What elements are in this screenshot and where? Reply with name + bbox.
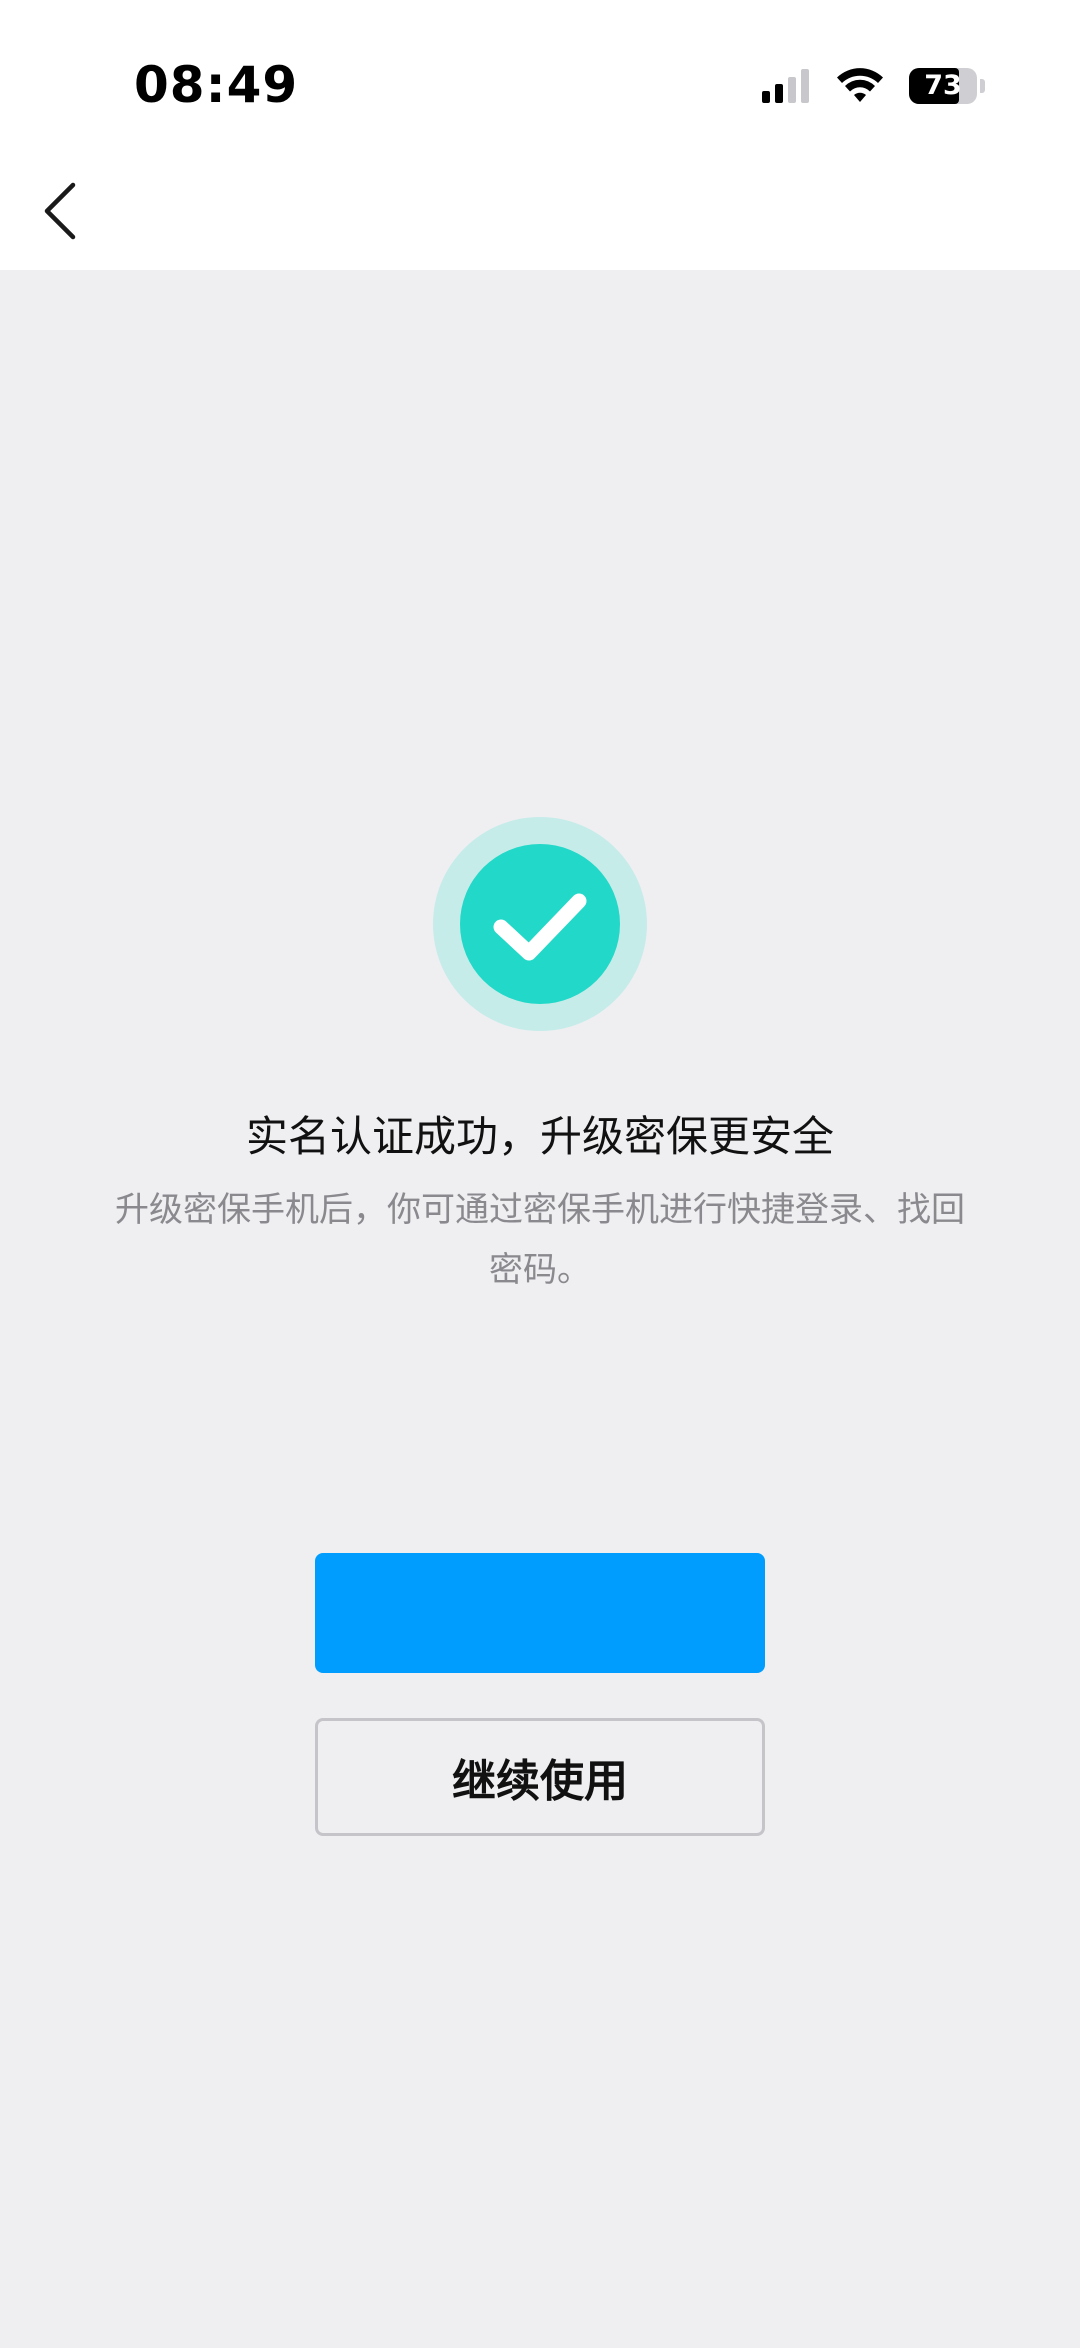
signal-icon [762, 69, 809, 103]
battery-icon: 73 [909, 68, 977, 104]
signal-bar [788, 77, 796, 103]
header-area: 08:49 73 [0, 0, 1080, 270]
result-title: 实名认证成功，升级密保更安全 [245, 1112, 834, 1161]
status-icons: 73 [762, 66, 985, 106]
result-description: 升级密保手机后，你可通过密保手机进行快捷登录、找回密码。 [115, 1190, 965, 1290]
signal-bar [801, 69, 809, 103]
success-circle [460, 844, 620, 1004]
battery-nub [980, 79, 985, 93]
status-time: 08:49 [134, 56, 299, 114]
continue-using-button[interactable]: 继续使用 [315, 1718, 765, 1836]
check-circle-icon [433, 817, 647, 1031]
wifi-icon [837, 68, 883, 102]
success-indicator [433, 817, 647, 1031]
upgrade-security-phone-button[interactable] [315, 1553, 765, 1673]
chevron-left-icon [44, 182, 76, 240]
back-button[interactable] [30, 176, 90, 246]
signal-bar [762, 91, 770, 103]
battery-level: 73 [924, 70, 962, 101]
page: 08:49 73 实名认证成功，升级密保更安全 升级密保手机后，你可通过密保手机… [0, 0, 1080, 2348]
signal-bar [775, 84, 783, 103]
